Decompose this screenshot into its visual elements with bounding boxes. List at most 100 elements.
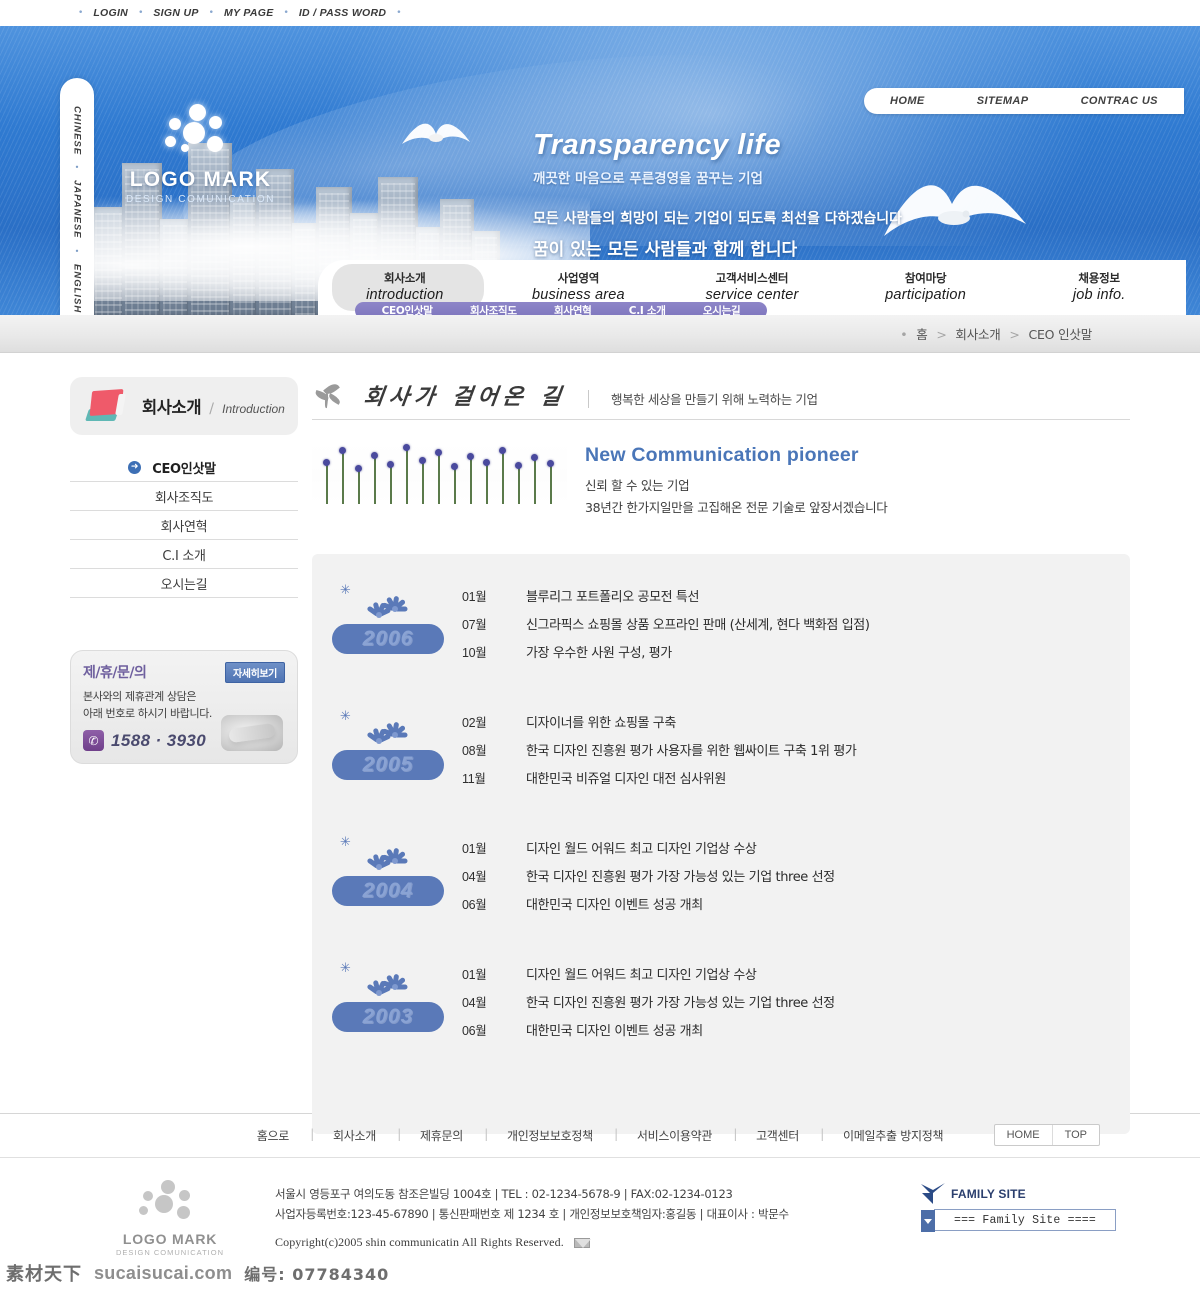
id-password-link[interactable]: ID / PASS WORD (289, 7, 396, 19)
language-english[interactable]: ENGLISH (72, 264, 83, 313)
login-link[interactable]: LOGIN (83, 7, 138, 19)
history-row: 08월 한국 디자인 진흥원 평가 사용자를 위한 웹싸이트 구축 1위 평가 (462, 740, 1130, 759)
footer-link-privacy[interactable]: 개인정보보호정책 (485, 1127, 618, 1144)
site-logo[interactable]: LOGO MARK DESIGN COMUNICATION (118, 104, 283, 205)
submenu-item-ci[interactable]: C.I 소개 (629, 303, 666, 315)
history-block-2005: ✳ 2005 02월 디자이너를 위한 쇼핑몰 구축 08월 한국 디자인 진흥… (312, 706, 1130, 796)
nav-item-label-ko: 사업영역 (557, 271, 600, 285)
bird-icon (920, 1182, 946, 1206)
footer-home-button[interactable]: HOME (995, 1125, 1052, 1145)
partnership-phone-number: 1588 · 3930 (111, 730, 207, 750)
family-site-header: FAMILY SITE (920, 1182, 1130, 1206)
logo-subtitle: DESIGN COMUNICATION (125, 194, 276, 205)
breadcrumb-bar: • 홈 > 회사소개 > CEO 인삿말 (0, 315, 1200, 353)
sidebar-item-label: 오시는길 (160, 577, 208, 593)
main-content: 회사가 걸어온 길 행복한 세상을 만들기 위해 노력하는 기업 New Com… (300, 353, 1200, 1134)
watermark-id: 编号: 07784340 (244, 1265, 390, 1284)
footer-link-customer-center[interactable]: 고객센터 (734, 1127, 824, 1144)
top-utility-bar: • LOGIN • SIGN UP • MY PAGE • ID / PASS … (0, 0, 1200, 26)
nav-item-participation[interactable]: 참여마당 participation (839, 266, 1013, 309)
history-row: 04월 한국 디자인 진흥원 평가 가장 가능성 있는 기업 three 선정 (462, 992, 1130, 1011)
family-site-selected-value: === Family Site ==== (953, 1213, 1097, 1227)
footer-copyright-row: Copyright(c)2005 shin communicatin All R… (275, 1235, 890, 1250)
history-row: 10월 가장 우수한 사원 구성, 평가 (462, 642, 1130, 661)
history-description: 한국 디자인 진흥원 평가 가장 가능성 있는 기업 three 선정 (526, 870, 835, 885)
intro-line-2: 38년간 한가지일만을 고집해온 전문 기술로 앞장서겠습니다 (585, 500, 888, 515)
submenu-item-org-chart[interactable]: 회사조직도 (470, 303, 517, 315)
nav-home[interactable]: HOME (890, 95, 925, 107)
footer-link-partnership[interactable]: 제휴문의 (398, 1127, 488, 1144)
site-header: CHINESE • JAPANESE • ENGLISH LOGO MARK D… (0, 26, 1200, 315)
breadcrumb-current-page: CEO 인삿말 (1028, 327, 1092, 342)
footer-link-about[interactable]: 회사소개 (311, 1127, 401, 1144)
year-label: 2006 (362, 627, 414, 650)
partnership-detail-button[interactable]: 자세히보기 (224, 662, 285, 683)
history-month: 08월 (462, 744, 487, 758)
nav-item-label-en: service center (705, 287, 799, 303)
divider: / (209, 401, 214, 417)
sidebar-item-label: CEO인삿말 (152, 461, 216, 477)
sidebar-item-ci[interactable]: C.I 소개 (70, 540, 298, 569)
history-month: 10월 (462, 646, 487, 660)
year-badge: ✳ 2006 (322, 580, 462, 670)
site-footer: 홈으로 회사소개 제휴문의 개인정보보호정책 서비스이용약관 고객센터 이메일추… (0, 1113, 1200, 1257)
year-badge: ✳ 2003 (322, 958, 462, 1048)
breadcrumb-section[interactable]: 회사소개 (955, 327, 1000, 342)
sidebar-item-org-chart[interactable]: 회사조직도 (70, 482, 298, 511)
breadcrumb-home[interactable]: 홈 (916, 327, 928, 342)
footer-top-button[interactable]: TOP (1051, 1125, 1099, 1145)
year-badge: ✳ 2004 (322, 832, 462, 922)
stock-image-watermark: 素材天下 sucaisucai.com 编号: 07784340 (0, 1256, 1200, 1290)
history-description: 블루리그 포트폴리오 공모전 특선 (526, 590, 700, 605)
mail-icon[interactable] (573, 1237, 591, 1248)
intro-text-block: New Communication pioneer 신뢰 할 수 있는 기업 3… (585, 442, 888, 516)
sidebar-title-ko: 회사소개 (142, 398, 202, 417)
nav-item-job-info[interactable]: 채용정보 job info. (1012, 266, 1186, 309)
footer-link-home[interactable]: 홈으로 (235, 1127, 314, 1144)
sidebar-item-history[interactable]: 회사연혁 (70, 511, 298, 540)
submenu-item-ceo-greeting[interactable]: CEO인삿말 (382, 303, 433, 315)
sidebar-item-directions[interactable]: 오시는길 (70, 569, 298, 598)
bullet-icon: • (900, 327, 908, 342)
nav-sitemap[interactable]: SITEMAP (977, 95, 1029, 107)
molecule-icon (161, 104, 241, 162)
hero-message-line-2: 꿈이 있는 모든 사람들과 함께 합니다 (533, 240, 798, 260)
hero-text-block: Transparency life 깨끗한 마음으로 푸른경영을 꿈꾸는 기업 … (533, 129, 902, 260)
family-site-title: FAMILY SITE (951, 1187, 1026, 1201)
footer-link-terms[interactable]: 서비스이용약관 (615, 1127, 737, 1144)
history-row: 04월 한국 디자인 진흥원 평가 가장 가능성 있는 기업 three 선정 (462, 866, 1130, 885)
language-japanese[interactable]: JAPANESE (72, 180, 83, 239)
intro-line-1: 신뢰 할 수 있는 기업 (585, 478, 690, 493)
footer-address-line-2: 사업자등록번호:123-45-67890 | 통신판패번호 제 1234 호 |… (275, 1207, 789, 1222)
nav-contact-us[interactable]: CONTRAC US (1081, 95, 1158, 107)
submenu-item-directions[interactable]: 오시는길 (703, 303, 741, 315)
divider (588, 390, 589, 408)
sidebar-item-ceo-greeting[interactable]: ➜ CEO인삿말 (70, 453, 298, 482)
nav-item-label-en: business area (531, 287, 625, 303)
history-month: 11월 (462, 772, 486, 786)
company-history-panel: ✳ 2006 01월 블루리그 포트폴리오 공모전 특선 07월 신그라픽스 쇼… (312, 554, 1130, 1134)
sparkle-icon: ✳ (340, 961, 351, 976)
footer-address: 서울시 영등포구 여의도동 참조은빌딩 1004호 | TEL : 02-123… (275, 1180, 890, 1250)
footer-link-email-policy[interactable]: 이메일추출 방지정책 (821, 1127, 965, 1144)
footer-address-line-1: 서울시 영등포구 여의도동 참조은빌딩 1004호 | TEL : 02-123… (275, 1187, 733, 1201)
nav-item-label-ko: 채용정보 (1078, 271, 1120, 285)
language-chinese[interactable]: CHINESE (72, 106, 83, 155)
hero-subtitle: 깨끗한 마음으로 푸른경영을 꿈꾸는 기업 (533, 171, 763, 187)
hero-message-line-1: 모든 사람들의 희망이 되는 기업이 되도록 최선을 다하겠습니다 (533, 211, 902, 227)
chevron-down-icon[interactable] (921, 1210, 935, 1232)
history-description: 한국 디자인 진흥원 평가 가장 가능성 있는 기업 three 선정 (526, 996, 835, 1011)
submenu-item-history[interactable]: 회사연혁 (554, 303, 592, 315)
history-description: 디자인 월드 어워드 최고 디자인 기업상 수상 (526, 968, 757, 983)
mypage-link[interactable]: MY PAGE (214, 7, 284, 19)
footer-links: 홈으로 회사소개 제휴문의 개인정보보호정책 서비스이용약관 고객센터 이메일추… (0, 1114, 1200, 1158)
nav-item-label-ko: 고객서비스센터 (715, 271, 789, 285)
history-description: 대한민국 비쥬얼 디자인 대전 심사위원 (526, 772, 726, 787)
history-month: 02월 (462, 716, 487, 730)
history-description: 디자인 월드 어워드 최고 디자인 기업상 수상 (526, 842, 757, 857)
bullet-icon: • (74, 163, 80, 173)
family-site-select[interactable]: === Family Site ==== (921, 1209, 1116, 1232)
seagull-icon-large (880, 166, 1030, 258)
signup-link[interactable]: SIGN UP (143, 7, 208, 19)
logo-title: LOGO MARK (129, 168, 272, 191)
